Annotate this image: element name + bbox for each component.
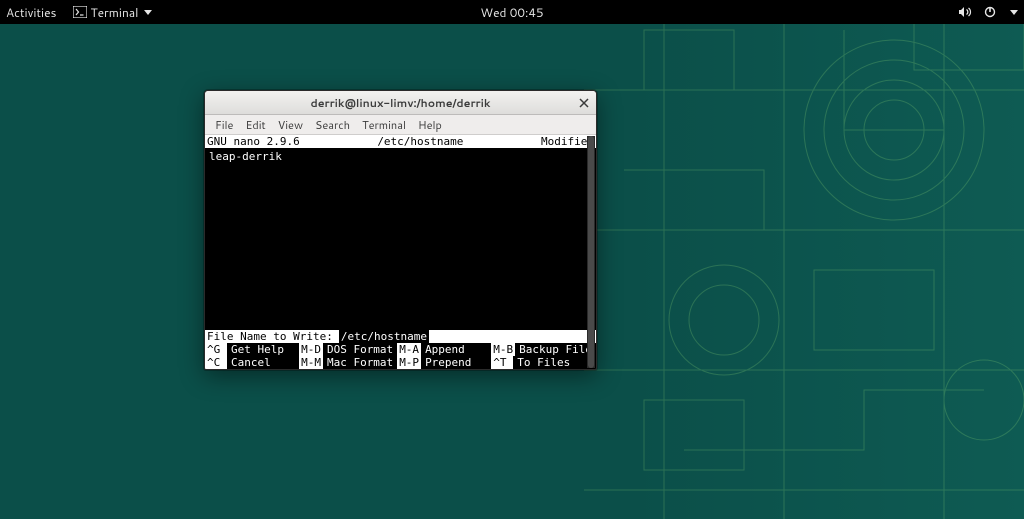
nano-buffer[interactable]: leap-derrik [205, 148, 596, 330]
menu-help[interactable]: Help [412, 115, 448, 135]
terminal-window: derrik@linux-limv:/home/derrik File Edit… [204, 90, 597, 370]
terminal-scrollbar[interactable] [587, 136, 595, 368]
prompt-fill [429, 330, 596, 343]
sc-get-help: ^G Get Help [205, 343, 299, 356]
activities-button[interactable]: Activities [6, 4, 57, 21]
system-menu-chevron-icon[interactable] [1010, 10, 1018, 15]
nano-filename: /etc/hostname [300, 135, 541, 148]
prompt-value[interactable]: /etc/hostname [339, 330, 429, 343]
buffer-line: leap-derrik [209, 150, 592, 163]
sc-cancel: ^C Cancel [205, 356, 299, 369]
terminal-menubar: File Edit View Search Terminal Help [205, 115, 596, 135]
menu-edit[interactable]: Edit [239, 115, 271, 135]
sc-append: M-A Append [397, 343, 491, 356]
terminal-icon [73, 6, 87, 18]
menu-file[interactable]: File [209, 115, 239, 135]
sc-mac-format: M-M Mac Format [299, 356, 397, 369]
scrollbar-thumb[interactable] [588, 136, 594, 368]
prompt-label: File Name to Write: [205, 330, 335, 343]
nano-header: GNU nano 2.9.6 /etc/hostname Modified [205, 135, 596, 148]
gnome-top-bar: Activities Terminal Wed 00:45 [0, 0, 1024, 24]
menu-terminal[interactable]: Terminal [356, 115, 412, 135]
volume-icon[interactable] [958, 6, 972, 18]
nano-shortcuts: ^G Get Help M-D DOS Format M-A Append M-… [205, 343, 596, 369]
menu-search[interactable]: Search [309, 115, 356, 135]
clock[interactable]: Wed 00:45 [480, 4, 543, 21]
window-titlebar[interactable]: derrik@linux-limv:/home/derrik [205, 91, 596, 115]
active-app-label: Terminal [91, 4, 139, 21]
sc-dos-format: M-D DOS Format [299, 343, 397, 356]
sc-prepend: M-P Prepend [397, 356, 491, 369]
nano-write-prompt[interactable]: File Name to Write: /etc/hostname [205, 330, 596, 343]
close-icon [579, 98, 589, 108]
chevron-down-icon [144, 10, 152, 15]
sc-backup-file: M-B Backup File [491, 343, 596, 356]
terminal-content[interactable]: GNU nano 2.9.6 /etc/hostname Modified le… [205, 135, 596, 369]
power-icon[interactable] [984, 6, 996, 18]
sc-to-files: ^T To Files [491, 356, 596, 369]
menu-view[interactable]: View [272, 115, 309, 135]
window-close-button[interactable] [576, 95, 592, 111]
active-app-menu[interactable]: Terminal [67, 2, 159, 23]
window-title: derrik@linux-limv:/home/derrik [310, 95, 490, 111]
